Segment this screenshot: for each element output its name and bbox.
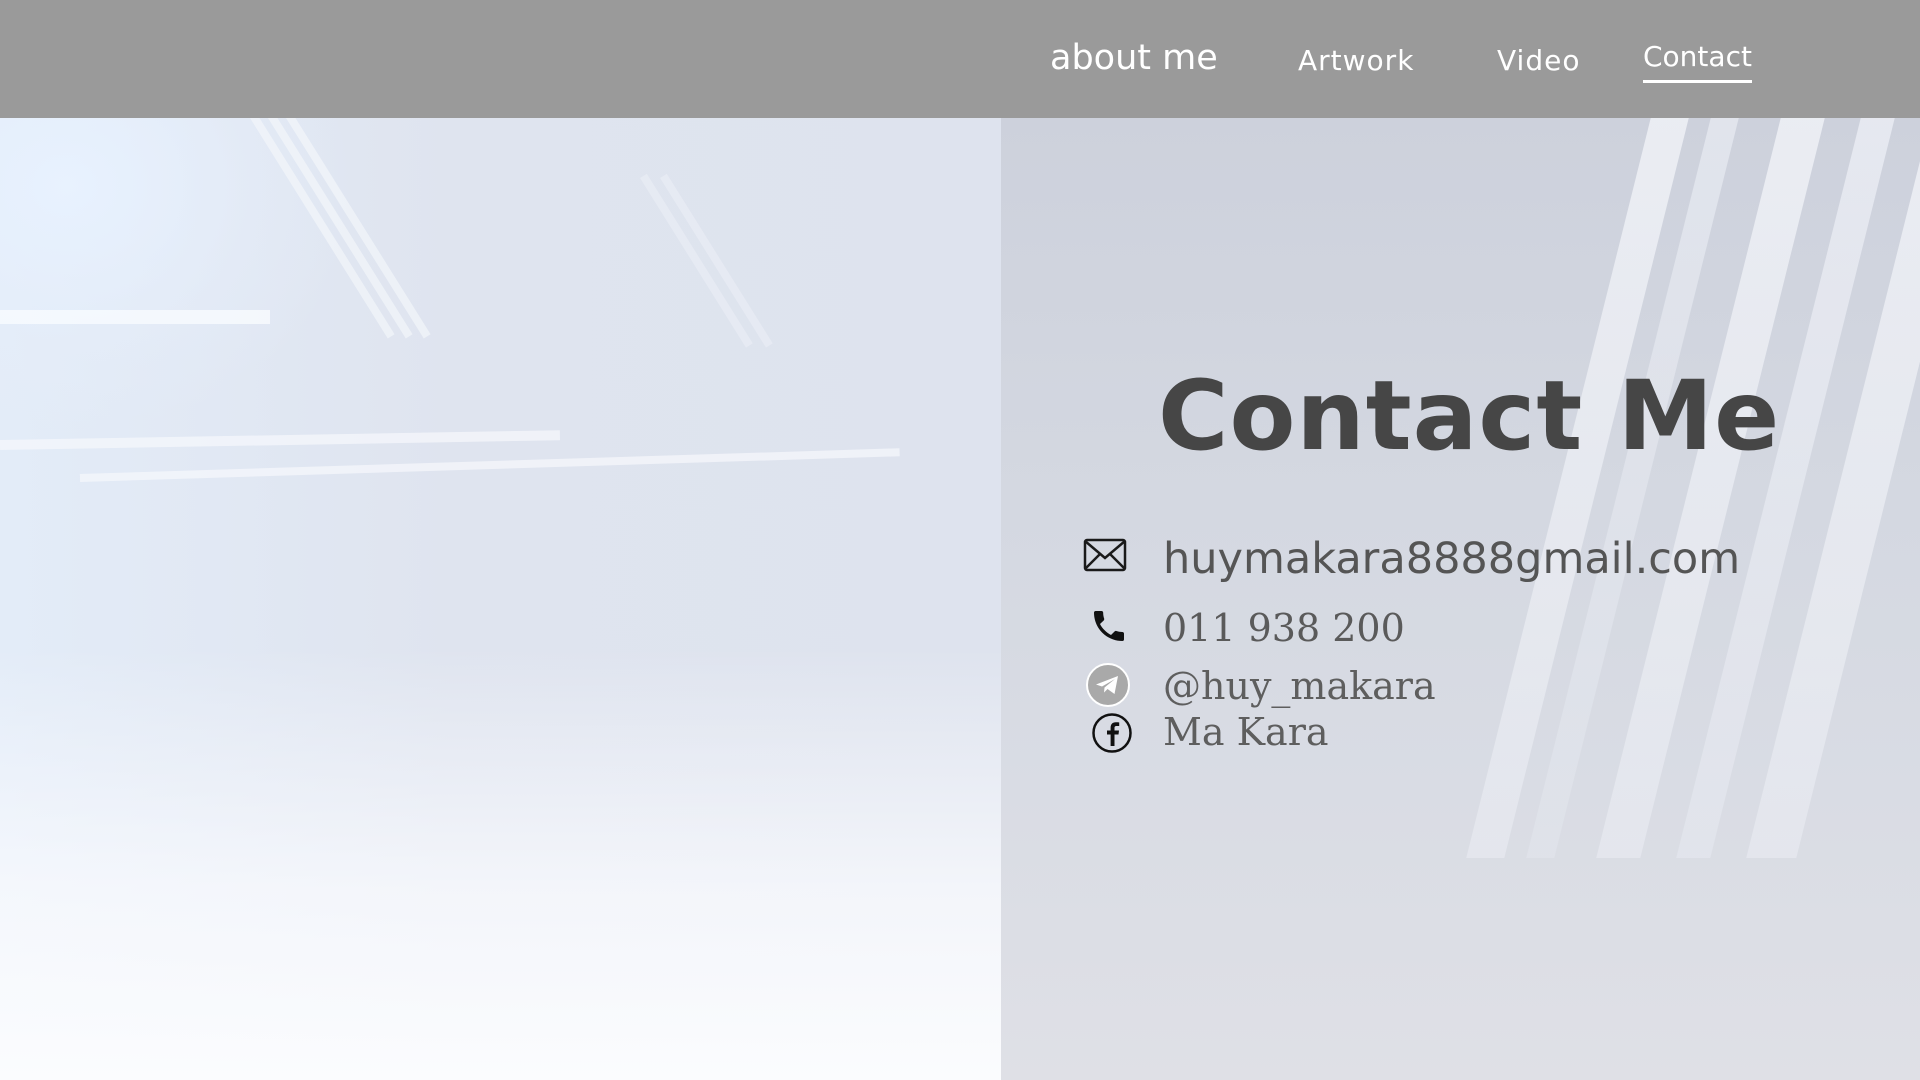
telegram-handle[interactable]: @huy_makara [1163,664,1436,708]
left-background-image [0,118,1001,1080]
telegram-icon [1085,662,1131,712]
page-title: Contact Me [1158,360,1781,472]
facebook-name[interactable]: Ma Kara [1163,710,1329,754]
phone-icon [1089,606,1129,650]
contact-page: about me Artwork Video Contact Contact M… [0,0,1920,1080]
phone-number[interactable]: 011 938 200 [1163,606,1405,650]
right-background-image [1001,118,1920,1080]
facebook-icon [1091,712,1133,758]
top-navbar: about me Artwork Video Contact [0,0,1920,118]
nav-link-about-me[interactable]: about me [1050,38,1218,78]
nav-link-video[interactable]: Video [1497,44,1580,77]
email-link[interactable]: huymakara8888gmail.com [1163,534,1740,584]
envelope-icon [1083,538,1127,576]
nav-link-contact[interactable]: Contact [1643,40,1752,83]
nav-link-artwork[interactable]: Artwork [1298,44,1414,77]
